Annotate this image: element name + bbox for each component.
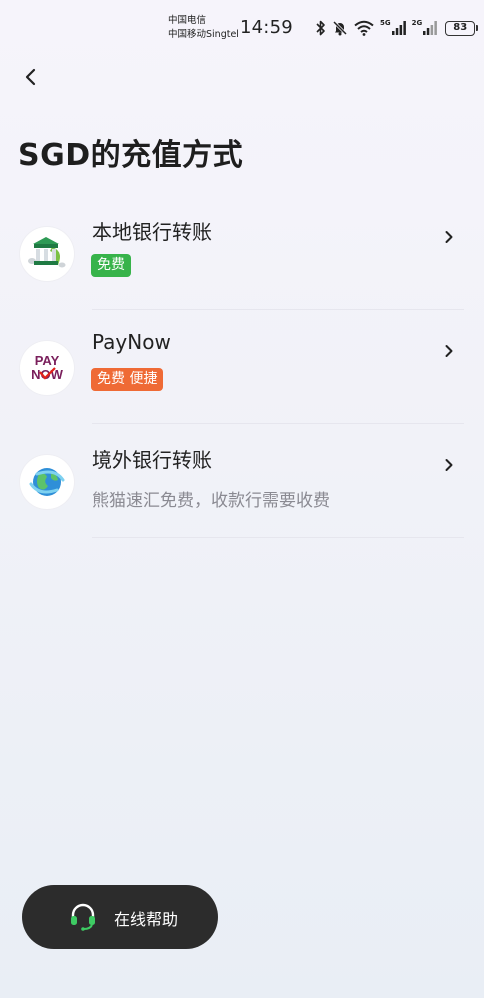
chevron-right-icon bbox=[445, 345, 453, 357]
method-overseas-bank-transfer[interactable]: 境外银行转账 熊猫速汇免费，收款行需要收费 bbox=[0, 424, 484, 538]
globe-icon bbox=[20, 455, 74, 509]
method-name: 本地银行转账 bbox=[92, 220, 212, 244]
paynow-logo-text-pay: PAY bbox=[35, 353, 60, 368]
online-help-button[interactable]: 在线帮助 bbox=[22, 885, 218, 949]
page-title: SGD的充值方式 bbox=[18, 138, 244, 173]
free-convenient-tag: 免费 便捷 bbox=[91, 368, 164, 391]
method-name: PayNow bbox=[92, 330, 171, 354]
topup-method-list: 本地银行转账 免费 PAY NOW PayNow 免费 便捷 境外银行转账 熊猫… bbox=[0, 196, 484, 538]
battery-indicator: 83 bbox=[445, 20, 479, 36]
headset-icon bbox=[71, 903, 95, 931]
back-button[interactable] bbox=[16, 62, 46, 92]
status-bar: 中国电信 中国移动Singtel 14:59 5G 2G 83 bbox=[0, 0, 484, 56]
signal-icon-2 bbox=[423, 21, 438, 35]
method-name: 境外银行转账 bbox=[92, 448, 212, 472]
chevron-left-icon bbox=[25, 68, 36, 86]
mute-bell-icon bbox=[332, 20, 348, 36]
network-2g-label: 2G bbox=[411, 19, 423, 27]
divider bbox=[92, 537, 464, 538]
online-help-label: 在线帮助 bbox=[114, 910, 179, 929]
method-paynow[interactable]: PAY NOW PayNow 免费 便捷 bbox=[0, 310, 484, 424]
chevron-right-icon bbox=[445, 459, 453, 471]
paynow-logo: PAY NOW bbox=[20, 341, 74, 395]
carrier-primary: 中国电信 bbox=[168, 15, 207, 26]
method-subtitle: 熊猫速汇免费，收款行需要收费 bbox=[92, 491, 330, 511]
bluetooth-icon bbox=[316, 20, 325, 36]
clock: 14:59 bbox=[240, 17, 293, 38]
bank-icon bbox=[20, 227, 74, 281]
chevron-right-icon bbox=[445, 231, 453, 243]
carrier-secondary: 中国移动Singtel bbox=[168, 29, 239, 40]
free-tag: 免费 bbox=[91, 254, 131, 277]
carrier-info: 中国电信 中国移动Singtel bbox=[168, 14, 239, 42]
method-local-bank-transfer[interactable]: 本地银行转账 免费 bbox=[0, 196, 484, 310]
network-5g-label: 5G bbox=[380, 19, 391, 27]
wifi-icon bbox=[354, 20, 374, 36]
status-icons: 5G 2G 83 bbox=[316, 18, 479, 38]
signal-icon bbox=[391, 21, 406, 35]
